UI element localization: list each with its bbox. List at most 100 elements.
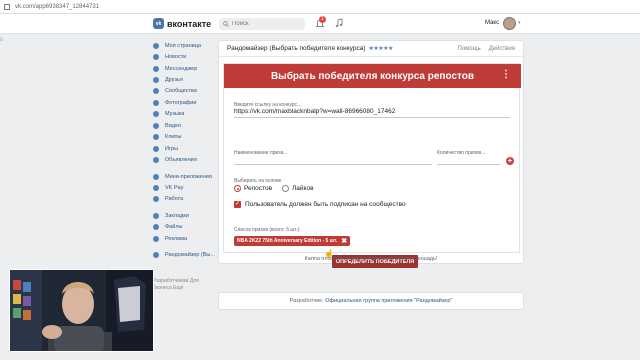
sidebar-item-label: Друзья [165,77,183,84]
radio-likes-label: Лайков [292,185,314,192]
files-icon [153,224,159,231]
app-card-header: Рандомайзер (Выбрать победителя конкурса… [219,41,523,57]
lock-icon [4,3,10,10]
video-icon [153,122,159,129]
sidebar-item[interactable]: Игры [153,143,215,154]
sidebar-item-label: Новости [165,54,187,61]
browser-address-bar[interactable]: vk.com/app6938347_12844731 [0,0,640,14]
news-icon [153,54,159,61]
sidebar-item-label: Объявления [165,157,197,164]
bookmark-icon [153,212,159,219]
radio-reposts-label: Репостов [244,185,273,192]
sidebar-item[interactable]: Закладки [153,210,215,221]
music-icon [153,111,159,118]
radio-unchecked-icon [282,185,290,192]
basis-radio-group: Репостов Лайков [234,185,314,192]
sidebar-item-label: Мини-приложения [165,173,212,180]
sidebar-item-label: Фотографии [165,99,197,106]
app-frame: Выбрать победителя конкурса репостов ⋮ В… [223,63,521,268]
promo-text: Каппа плохой оценки приложению убивает л… [304,256,438,262]
sidebar-item-label: Сообщества [165,88,197,95]
remove-prize-icon[interactable]: ✖ [341,238,347,245]
sidebar-item[interactable]: Реклама [153,233,215,244]
sidebar-item[interactable]: Друзья [153,74,215,85]
app-title[interactable]: Рандомайзер (Выбрать победителя конкурса… [227,45,366,52]
sidebar-item-label: Файлы [165,224,183,231]
prize-list-label: Список призов (всего: 5 шт.): [234,227,301,233]
sidebar-item[interactable]: Видео [153,120,215,131]
sidebar-item-label: Работа [165,196,184,203]
sidebar-item[interactable]: Мини-приложения [153,171,215,182]
sidebar-item-label: Моя страница [165,42,201,49]
radio-likes[interactable]: Лайков [282,185,314,192]
link-input-underline [234,117,510,118]
sidebar-item[interactable]: Файлы [153,222,215,233]
home-icon [153,42,159,49]
vk-logo[interactable]: vk вконтакте [153,18,211,29]
notifications-badge: 1 [319,16,326,23]
choose-basis-label: Выбирать на основе [234,178,282,184]
prize-chip: NBA 2K22 75th Anniversary Edition - 5 шт… [234,236,351,246]
link-input[interactable]: https://vk.com/maxblacknbalp?w=wall-8696… [234,108,395,115]
radio-checked-icon [234,185,241,192]
sidebar-item[interactable]: Музыка [153,109,215,120]
rating-stars: ★★★★★ [368,46,394,52]
sidebar-item[interactable]: Моя страница [153,40,215,51]
developer-card: Разработчик: Официальная группа приложен… [218,292,524,310]
checkbox-checked-icon[interactable]: ✓ [234,201,241,208]
games-icon [153,145,159,152]
sidebar-item-label: VK Pay [165,184,184,191]
sidebar-item[interactable]: Сообщества [153,86,215,97]
help-link[interactable]: Помощь [458,46,481,52]
prize-count-label: Количество призов... [437,150,486,156]
sidebar-item-label: Музыка [165,111,185,118]
sidebar-item[interactable]: Новости [153,51,215,62]
sidebar-item-label: Реклама [165,235,188,242]
vkpay-icon [153,184,159,191]
vk-logo-text: вконтакте [167,18,212,29]
sidebar-item[interactable]: VK Pay [153,182,215,193]
developer-link[interactable]: Официальная группа приложения "Рандомайз… [325,298,452,304]
left-cut-text: s [0,37,3,43]
subscribed-label: Пользователь должен быть подписан на соо… [245,201,406,208]
user-name[interactable]: Макс [485,20,499,26]
clips-icon [153,134,159,141]
more-menu-icon[interactable]: ⋮ [501,70,511,80]
sidebar-item[interactable]: Рандомайзер (Вы... [153,249,215,260]
sidebar-item-label: Игры [165,145,178,152]
vk-logo-icon: vk [153,18,164,29]
sidebar-footer[interactable]: Разработчикам Для бизнеса Ещё [153,278,215,292]
browser-url[interactable]: vk.com/app6938347_12844731 [15,4,99,10]
app-card: Рандомайзер (Выбрать победителя конкурса… [218,40,524,268]
webcam-overlay [9,269,154,352]
prize-count-input[interactable] [437,164,500,165]
sidebar-item[interactable]: Объявления [153,154,215,165]
communities-icon [153,88,159,95]
ads-megaphone-icon [153,235,159,242]
search-input[interactable] [232,21,302,27]
search-box[interactable] [219,18,305,30]
sidebar-item[interactable]: Фотографии [153,97,215,108]
radio-reposts[interactable]: Репостов [234,185,272,192]
sidebar-item-label: Рандомайзер (Вы... [165,252,215,259]
chevron-down-icon[interactable]: ▾ [518,20,521,26]
photos-icon [153,99,159,106]
sidebar: Моя страница Новости Мессенджер Друзья Сообщ… [153,40,215,261]
sidebar-item-label: Видео [165,122,182,129]
prize-name-label: Наименование приза... [234,150,288,156]
subscribed-checkbox-row[interactable]: ✓ Пользователь должен быть подписан на с… [234,201,406,208]
music-note-icon[interactable] [334,18,344,28]
prize-name-input[interactable] [234,164,432,165]
developer-prefix: Разработчик: [289,298,324,304]
add-prize-button[interactable]: + [506,157,514,165]
avatar[interactable] [503,17,516,30]
vk-header: vk вконтакте 1 Макс ▾ [0,14,640,34]
friends-icon [153,77,159,84]
sidebar-item[interactable]: Мессенджер [153,63,215,74]
sidebar-item-label: Мессенджер [165,65,198,72]
sidebar-item[interactable]: Работа [153,194,215,205]
actions-dropdown[interactable]: Действия [489,46,515,52]
contest-banner: Выбрать победителя конкурса репостов ⋮ [224,64,521,88]
sidebar-item[interactable]: Клипы [153,132,215,143]
apps-icon [153,173,159,180]
